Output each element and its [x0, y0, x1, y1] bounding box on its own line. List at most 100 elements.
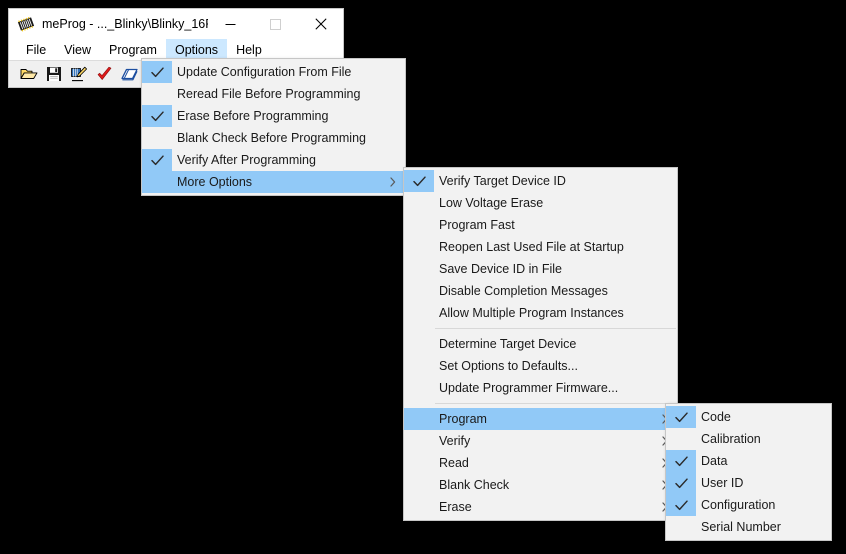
checkmark-slot — [404, 302, 434, 324]
menu-item-label: More Options — [177, 175, 253, 189]
write-device-icon — [71, 66, 88, 81]
checkmark-slot-checked — [666, 472, 696, 494]
checkmark-slot — [404, 408, 434, 430]
checkmark-slot — [404, 280, 434, 302]
checkmark-slot-checked — [666, 494, 696, 516]
checkmark-slot-checked — [404, 170, 434, 192]
more-options-item-disable-completion-messages[interactable]: Disable Completion Messages — [404, 280, 677, 302]
title-bar: meProg - ..._Blinky\Blinky_16F... — [9, 9, 343, 39]
menu-item-label: Set Options to Defaults... — [439, 359, 578, 373]
menubar-item-options[interactable]: Options — [165, 39, 228, 60]
menu-item-label: Determine Target Device — [439, 337, 577, 351]
menu-item-label: Erase — [439, 500, 472, 514]
more-options-item-determine-target-device[interactable]: Determine Target Device — [404, 333, 677, 355]
menu-item-label: Erase Before Programming — [177, 109, 329, 123]
menubar-item-file[interactable]: File — [17, 39, 55, 60]
menu-item-label: Read — [439, 456, 469, 470]
menu-item-label: Blank Check Before Programming — [177, 131, 366, 145]
menu-item-label: Save Device ID in File — [439, 262, 562, 276]
more-options-item-blank-check[interactable]: Blank Check — [404, 474, 677, 496]
program-menu-item-user-id[interactable]: User ID — [666, 472, 831, 494]
more-options-item-erase[interactable]: Erase — [404, 496, 677, 518]
checkmark-icon — [674, 455, 688, 466]
menu-item-label: User ID — [701, 476, 744, 490]
more-options-item-verify[interactable]: Verify — [404, 430, 677, 452]
menu-item-label: Data — [701, 454, 728, 468]
close-button[interactable] — [298, 9, 343, 39]
checkmark-slot — [404, 496, 434, 518]
options-menu-item-more-options[interactable]: More Options — [142, 171, 405, 193]
menu-item-label: Calibration — [701, 432, 761, 446]
checkmark-slot — [404, 258, 434, 280]
menu-item-label: Low Voltage Erase — [439, 196, 544, 210]
checkmark-slot-checked — [142, 105, 172, 127]
options-menu-item-verify-after-programming[interactable]: Verify After Programming — [142, 149, 405, 171]
checkmark-slot — [404, 474, 434, 496]
more-options-item-read[interactable]: Read — [404, 452, 677, 474]
checkmark-icon — [150, 66, 164, 77]
menu-item-label: Blank Check — [439, 478, 510, 492]
options-menu-item-erase-before-programming[interactable]: Erase Before Programming — [142, 105, 405, 127]
checkmark-slot — [666, 516, 696, 538]
window-title: meProg - ..._Blinky\Blinky_16F... — [42, 17, 222, 31]
menu-item-label: Reopen Last Used File at Startup — [439, 240, 624, 254]
more-options-item-low-voltage-erase[interactable]: Low Voltage Erase — [404, 192, 677, 214]
checkmark-slot — [404, 377, 434, 399]
more-options-item-verify-target-device-id[interactable]: Verify Target Device ID — [404, 170, 677, 192]
checkmark-slot — [404, 430, 434, 452]
chevron-right-icon — [390, 177, 396, 187]
minimize-button[interactable] — [208, 9, 253, 39]
checkmark-icon — [412, 175, 426, 186]
more-options-item-save-device-id-in-file[interactable]: Save Device ID in File — [404, 258, 677, 280]
menu-item-label: Verify Target Device ID — [439, 174, 566, 188]
program-menu-item-calibration[interactable]: Calibration — [666, 428, 831, 450]
menubar-item-program[interactable]: Program — [100, 39, 166, 60]
options-menu-item-blank-check-before-programming[interactable]: Blank Check Before Programming — [142, 127, 405, 149]
save-file-icon — [47, 67, 61, 81]
menu-item-label: Configuration — [701, 498, 776, 512]
menubar-item-view[interactable]: View — [55, 39, 100, 60]
verify-checkmark-icon — [97, 66, 111, 80]
checkmark-slot — [142, 127, 172, 149]
program-menu-item-serial-number[interactable]: Serial Number — [666, 516, 831, 538]
checkmark-slot-checked — [142, 61, 172, 83]
options-menu-item-update-configuration-from-file[interactable]: Update Configuration From File — [142, 61, 405, 83]
options-menu-item-reread-file-before-programming[interactable]: Reread File Before Programming — [142, 83, 405, 105]
menu-item-label: Disable Completion Messages — [439, 284, 608, 298]
menubar-item-help[interactable]: Help — [227, 39, 271, 60]
checkmark-icon — [674, 411, 688, 422]
checkmark-icon — [674, 477, 688, 488]
more-options-item-set-options-to-defaults[interactable]: Set Options to Defaults... — [404, 355, 677, 377]
menu-separator — [435, 403, 676, 404]
more-options-item-allow-multiple-program-instances[interactable]: Allow Multiple Program Instances — [404, 302, 677, 324]
checkmark-slot-checked — [142, 149, 172, 171]
menu-item-label: Reread File Before Programming — [177, 87, 361, 101]
program-menu-item-code[interactable]: Code — [666, 406, 831, 428]
maximize-button[interactable] — [253, 9, 298, 39]
verify-button[interactable] — [93, 63, 115, 85]
more-options-submenu: Verify Target Device ID Low Voltage Erase… — [403, 167, 678, 521]
menu-item-label: Allow Multiple Program Instances — [439, 306, 624, 320]
more-options-item-program-fast[interactable]: Program Fast — [404, 214, 677, 236]
checkmark-slot — [666, 428, 696, 450]
checkmark-icon — [150, 154, 164, 165]
checkmark-slot-checked — [666, 406, 696, 428]
checkmark-icon — [674, 499, 688, 510]
maximize-icon — [270, 18, 281, 30]
menu-item-label: Program — [439, 412, 487, 426]
close-icon — [314, 18, 327, 30]
menu-item-label: Update Configuration From File — [177, 65, 352, 79]
checkmark-slot — [404, 192, 434, 214]
open-file-button[interactable] — [18, 63, 40, 85]
write-device-button[interactable] — [68, 63, 90, 85]
more-options-item-reopen-last-used-file-at-startup[interactable]: Reopen Last Used File at Startup — [404, 236, 677, 258]
more-options-item-program[interactable]: Program — [404, 408, 677, 430]
program-menu-item-data[interactable]: Data — [666, 450, 831, 472]
more-options-item-update-programmer-firmware[interactable]: Update Programmer Firmware... — [404, 377, 677, 399]
window-controls — [208, 9, 343, 39]
save-file-button[interactable] — [43, 63, 65, 85]
read-device-icon — [120, 68, 138, 80]
program-menu-item-configuration[interactable]: Configuration — [666, 494, 831, 516]
read-device-button[interactable] — [118, 63, 140, 85]
menu-bar: File View Program Options Help — [9, 39, 343, 60]
